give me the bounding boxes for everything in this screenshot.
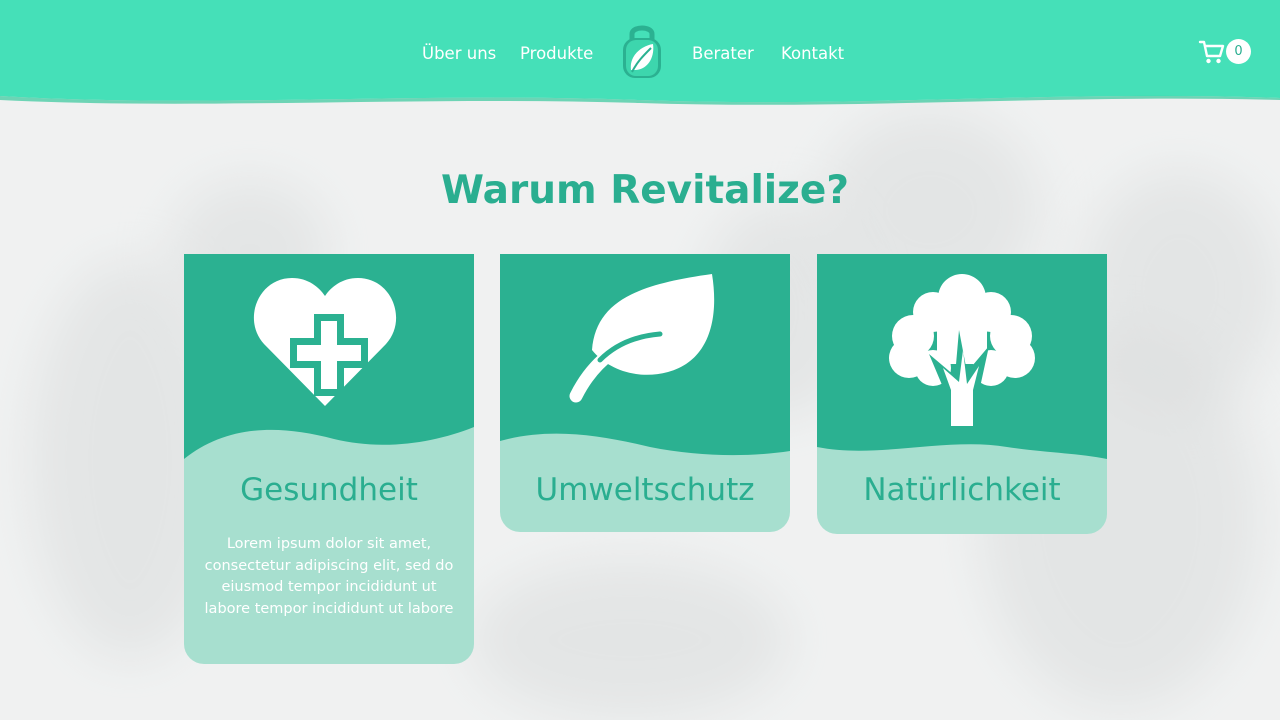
section-title: Warum Revitalize? <box>441 168 849 213</box>
feature-card-umweltschutz[interactable]: Umweltschutz <box>500 254 790 532</box>
header-wave <box>0 86 1280 105</box>
feature-card-gesundheit[interactable]: Gesundheit Lorem ipsum dolor sit amet, c… <box>184 254 474 664</box>
feature-card-natuerlichkeit[interactable]: Natürlichkeit <box>817 254 1107 534</box>
nav-link-kontakt[interactable]: Kontakt <box>781 44 844 63</box>
card-title: Natürlichkeit <box>863 472 1061 508</box>
card-top <box>817 254 1107 467</box>
card-title: Umweltschutz <box>535 472 755 508</box>
card-wave <box>500 433 790 467</box>
card-top <box>500 254 790 467</box>
nav-link-berater[interactable]: Berater <box>692 44 754 63</box>
card-wave <box>184 427 474 467</box>
nav-link-produkte[interactable]: Produkte <box>520 44 593 63</box>
cart-count-badge[interactable]: 0 <box>1226 39 1251 64</box>
leaf-lock-logo-icon[interactable] <box>619 22 665 80</box>
card-top <box>184 254 474 467</box>
card-text: Lorem ipsum dolor sit amet, consectetur … <box>204 536 454 617</box>
card-title: Gesundheit <box>240 472 418 508</box>
nav-link-ueber-uns[interactable]: Über uns <box>422 44 496 63</box>
shopping-cart-icon[interactable] <box>1198 38 1226 66</box>
card-wave <box>817 444 1107 467</box>
